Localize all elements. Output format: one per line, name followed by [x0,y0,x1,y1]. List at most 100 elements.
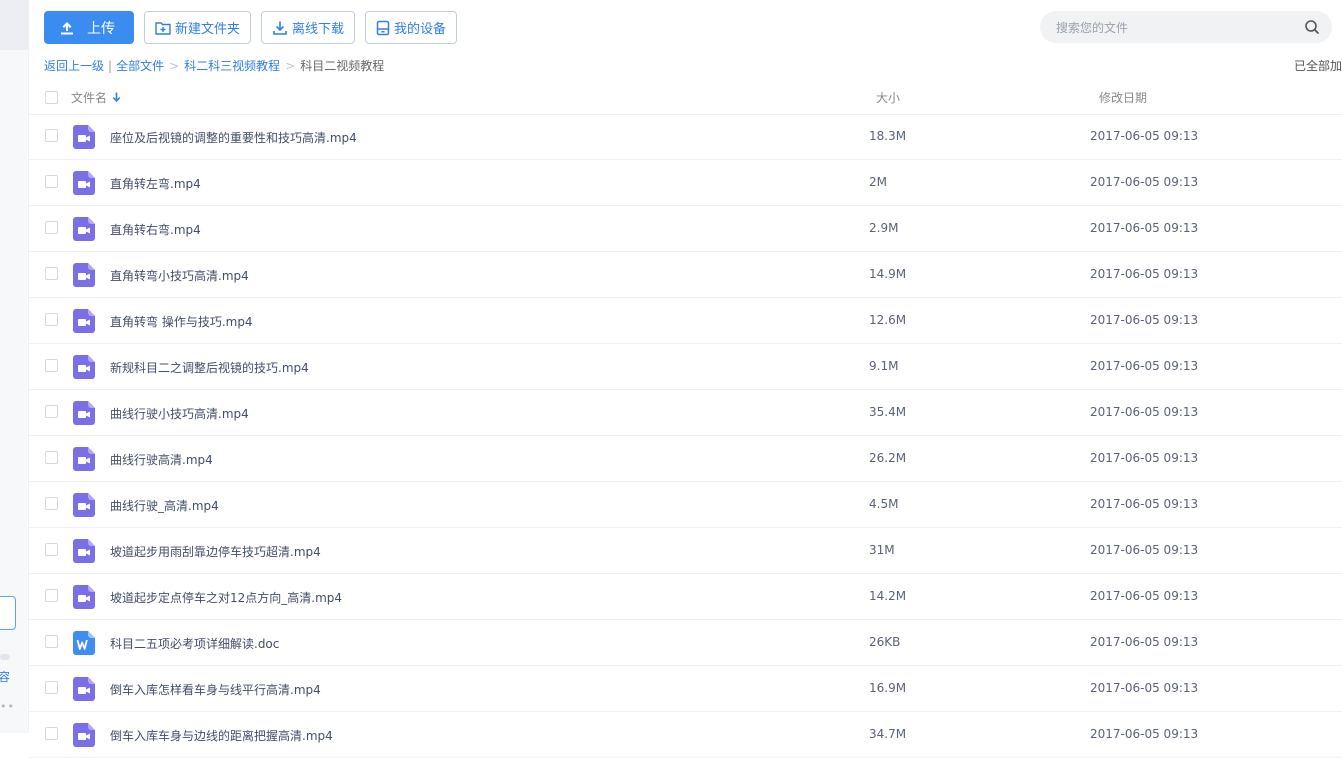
video-icon [73,355,95,379]
file-row[interactable]: 座位及后视镜的调整的重要性和技巧高清.mp4 18.3M 2017-06-05 … [28,114,1342,160]
new-folder-label: 新建文件夹 [175,22,241,37]
file-size: 2.9M [869,221,899,235]
offline-download-button[interactable]: 离线下载 [261,11,356,44]
date-column-header[interactable]: 修改日期 [1099,89,1147,106]
file-row[interactable]: 直角转右弯.mp4 2.9M 2017-06-05 09:13 [28,206,1342,252]
name-column-header[interactable]: 文件名 [71,89,121,106]
search-box [1040,11,1332,45]
breadcrumb-arrow: > [169,58,180,73]
file-row[interactable]: 倒车入库怎样看车身与线平行高清.mp4 16.9M 2017-06-05 09:… [28,666,1342,712]
sidebar-storage-bar [0,654,10,660]
sort-down-icon[interactable] [112,92,121,103]
row-checkbox[interactable] [45,359,58,372]
file-row[interactable]: 直角转弯 操作与技巧.mp4 12.6M 2017-06-05 09:13 [28,298,1342,344]
video-icon [73,493,95,517]
row-checkbox[interactable] [45,497,58,510]
size-column-header[interactable]: 大小 [876,89,900,106]
search-input[interactable] [1054,11,1298,45]
row-checkbox[interactable] [45,727,58,740]
file-name[interactable]: 倒车入库怎样看车身与线平行高清.mp4 [110,681,321,698]
row-checkbox[interactable] [45,451,58,464]
file-date: 2017-06-05 09:13 [1090,359,1199,373]
file-size: 34.7M [869,727,907,741]
upload-label: 上传 [87,20,115,37]
my-devices-button[interactable]: 我的设备 [365,11,458,44]
file-date: 2017-06-05 09:13 [1090,543,1199,557]
file-size: 9.1M [869,359,899,373]
row-checkbox[interactable] [45,405,58,418]
file-name[interactable]: 曲线行驶_高清.mp4 [110,497,219,514]
file-date: 2017-06-05 09:13 [1090,405,1199,419]
folder-link[interactable]: 科二科三视频教程 [184,57,280,74]
file-row[interactable]: 倒车入库车身与边线的距离把握高清.mp4 34.7M 2017-06-05 09… [28,712,1342,758]
select-all-checkbox[interactable] [45,91,58,104]
file-row[interactable]: 曲线行驶_高清.mp4 4.5M 2017-06-05 09:13 [28,482,1342,528]
file-date: 2017-06-05 09:13 [1090,313,1199,327]
sidebar-more-icon[interactable]: •• [0,700,15,713]
file-name[interactable]: 直角转弯 操作与技巧.mp4 [110,313,253,330]
my-devices-label: 我的设备 [394,22,447,37]
new-folder-icon [155,21,171,35]
download-icon [272,20,288,36]
video-icon [73,723,95,747]
new-folder-button[interactable]: 新建文件夹 [144,11,252,44]
row-checkbox[interactable] [45,221,58,234]
file-name[interactable]: 直角转左弯.mp4 [110,175,201,192]
upload-button[interactable]: 上传 [44,11,134,44]
video-icon [73,309,95,333]
file-name[interactable]: 曲线行驶高清.mp4 [110,451,213,468]
file-date: 2017-06-05 09:13 [1090,497,1199,511]
toolbar: 上传 新建文件夹 离线下载 我的设备 [44,11,458,44]
file-row[interactable]: 直角转弯小技巧高清.mp4 14.9M 2017-06-05 09:13 [28,252,1342,298]
row-checkbox[interactable] [45,267,58,280]
upload-icon [59,20,75,36]
row-checkbox[interactable] [45,589,58,602]
file-name[interactable]: 座位及后视镜的调整的重要性和技巧高清.mp4 [110,129,357,146]
file-row[interactable]: 曲线行驶高清.mp4 26.2M 2017-06-05 09:13 [28,436,1342,482]
file-date: 2017-06-05 09:13 [1090,221,1199,235]
file-size: 2M [869,175,887,189]
file-row[interactable]: 新规科目二之调整后视镜的技巧.mp4 9.1M 2017-06-05 09:13 [28,344,1342,390]
row-checkbox[interactable] [45,681,58,694]
file-name[interactable]: 坡道起步用雨刮靠边停车技巧超清.mp4 [110,543,321,560]
back-link[interactable]: 返回上一级 [44,57,104,74]
file-date: 2017-06-05 09:13 [1090,727,1199,741]
device-icon [376,20,390,36]
row-checkbox[interactable] [45,635,58,648]
sidebar-active-item[interactable] [0,0,28,50]
file-size: 26.2M [869,451,907,465]
video-icon [73,217,95,241]
search-icon[interactable] [1304,19,1320,39]
sidebar-button[interactable] [0,596,16,630]
file-name[interactable]: 倒车入库车身与边线的距离把握高清.mp4 [110,727,333,744]
video-icon [73,401,95,425]
video-icon [73,125,95,149]
row-checkbox[interactable] [45,129,58,142]
file-name[interactable]: 曲线行驶小技巧高清.mp4 [110,405,249,422]
breadcrumb-divider: | [108,58,113,73]
file-row[interactable]: 曲线行驶小技巧高清.mp4 35.4M 2017-06-05 09:13 [28,390,1342,436]
file-name[interactable]: 直角转右弯.mp4 [110,221,201,238]
file-size: 12.6M [869,313,907,327]
row-checkbox[interactable] [45,313,58,326]
file-size: 16.9M [869,681,907,695]
file-name[interactable]: 新规科目二之调整后视镜的技巧.mp4 [110,359,309,376]
sidebar-partial-text[interactable]: 容 [0,668,10,685]
file-row[interactable]: 坡道起步定点停车之对12点方向_高清.mp4 14.2M 2017-06-05 … [28,574,1342,620]
offline-download-label: 离线下载 [292,22,345,37]
file-date: 2017-06-05 09:13 [1090,589,1199,603]
word-doc-icon [73,631,95,655]
file-list: 座位及后视镜的调整的重要性和技巧高清.mp4 18.3M 2017-06-05 … [28,114,1342,758]
video-icon [73,677,95,701]
all-files-link[interactable]: 全部文件 [116,57,164,74]
file-row[interactable]: 科目二五项必考项详细解读.doc 26KB 2017-06-05 09:13 [28,620,1342,666]
file-name[interactable]: 坡道起步定点停车之对12点方向_高清.mp4 [110,589,342,606]
video-icon [73,263,95,287]
file-name[interactable]: 直角转弯小技巧高清.mp4 [110,267,249,284]
row-checkbox[interactable] [45,175,58,188]
loaded-status: 已全部加 [1293,59,1342,73]
file-name[interactable]: 科目二五项必考项详细解读.doc [110,635,279,652]
file-row[interactable]: 坡道起步用雨刮靠边停车技巧超清.mp4 31M 2017-06-05 09:13 [28,528,1342,574]
row-checkbox[interactable] [45,543,58,556]
file-row[interactable]: 直角转左弯.mp4 2M 2017-06-05 09:13 [28,160,1342,206]
